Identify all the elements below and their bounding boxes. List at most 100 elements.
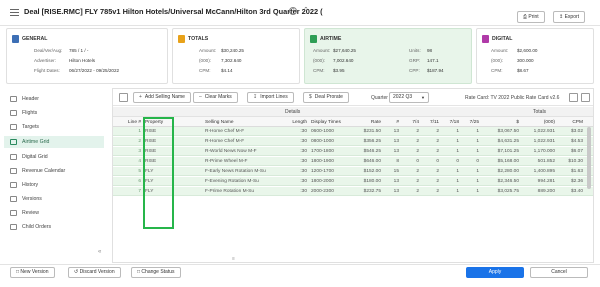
cell-rate[interactable]: $356.25: [353, 139, 381, 144]
cell-rate[interactable]: $646.00: [353, 159, 381, 164]
sidebar-item-digital-grid[interactable]: Digital Grid: [4, 151, 104, 163]
cell-selling-name[interactable]: F-Prime Rotation M-Su: [205, 189, 283, 194]
cell-line[interactable]: 6: [117, 179, 141, 184]
cell-selling-name[interactable]: R-Home Chef M-F: [205, 139, 283, 144]
sidebar-item-history[interactable]: History: [4, 179, 104, 191]
column-header[interactable]: Rate: [353, 120, 381, 125]
cell-w2[interactable]: 2: [425, 169, 439, 174]
cell-length[interactable]: :30: [285, 129, 307, 134]
column-header[interactable]: Display Times: [311, 120, 349, 125]
sidebar-item-targets[interactable]: Targets: [4, 121, 104, 133]
cell-count[interactable]: 13: [385, 189, 399, 194]
cell-w2[interactable]: 2: [425, 149, 439, 154]
cell-amount[interactable]: $3,025.75: [485, 189, 519, 194]
cell-amount[interactable]: $7,101.25: [485, 149, 519, 154]
sidebar-item-flights[interactable]: Flights: [4, 107, 104, 119]
cell-imps[interactable]: 994.281: [523, 179, 555, 184]
cell-times[interactable]: 0600-1000: [311, 129, 349, 134]
column-header[interactable]: #: [385, 120, 399, 125]
cell-w1[interactable]: 2: [405, 179, 419, 184]
sidebar-item-header[interactable]: Header: [4, 93, 104, 105]
column-header[interactable]: Length: [285, 120, 307, 125]
cell-selling-name[interactable]: R-Home Chef M-F: [205, 129, 283, 134]
table-row[interactable]: 5 FLY F-Early News Rotation M-Su:30 1200-17…: [113, 167, 593, 176]
cell-w1[interactable]: 2: [405, 139, 419, 144]
cell-property[interactable]: RISE: [145, 159, 173, 164]
cell-w3[interactable]: 0: [445, 159, 459, 164]
cell-w1[interactable]: 2: [405, 189, 419, 194]
grid-settings-icon[interactable]: [119, 93, 128, 102]
sidebar-item-review[interactable]: Review: [4, 207, 104, 219]
deal-prorate-button[interactable]: $ Deal Prorate: [303, 92, 349, 103]
discard-version-button[interactable]: ↺ Discard Version: [68, 267, 121, 278]
cell-w1[interactable]: 2: [405, 129, 419, 134]
cell-rate[interactable]: $180.00: [353, 179, 381, 184]
sidebar-item-revenue-calendar[interactable]: Revenue Calendar: [4, 165, 104, 177]
cell-imps[interactable]: 1,170.000: [523, 149, 555, 154]
cell-line[interactable]: 3: [117, 149, 141, 154]
help-icon[interactable]: ?: [289, 7, 297, 15]
cell-selling-name[interactable]: F-Early News Rotation M-Su: [205, 169, 283, 174]
vertical-scrollbar[interactable]: [587, 127, 591, 189]
cell-w3[interactable]: 1: [445, 189, 459, 194]
cell-length[interactable]: :30: [285, 139, 307, 144]
cell-w2[interactable]: 2: [425, 129, 439, 134]
cell-cpm[interactable]: $2.36: [559, 179, 583, 184]
cell-line[interactable]: 5: [117, 169, 141, 174]
collapse-sidebar-icon[interactable]: «: [98, 249, 101, 255]
cell-property[interactable]: RISE: [145, 149, 173, 154]
cell-w2[interactable]: 2: [425, 179, 439, 184]
cell-w4[interactable]: 0: [465, 159, 479, 164]
cell-times[interactable]: 1700-1800: [311, 149, 349, 154]
column-header[interactable]: CPM: [559, 120, 583, 125]
cell-imps[interactable]: 889.200: [523, 189, 555, 194]
column-header[interactable]: 7/11: [425, 120, 439, 125]
cell-w4[interactable]: 1: [465, 179, 479, 184]
cell-count[interactable]: 15: [385, 169, 399, 174]
cell-rate[interactable]: $152.00: [353, 169, 381, 174]
cell-cpm[interactable]: $1.63: [559, 169, 583, 174]
table-row[interactable]: 4 RISE R-Prime Wheel M-F:30 1800-1900 $646.0…: [113, 157, 593, 166]
cell-cpm[interactable]: $3.02: [559, 129, 583, 134]
cell-w4[interactable]: 1: [465, 169, 479, 174]
cell-property[interactable]: FLY: [145, 169, 173, 174]
cell-w1[interactable]: 2: [405, 169, 419, 174]
print-button[interactable]: ⎙ Print: [517, 11, 545, 23]
chevron-up-icon[interactable]: ⌃: [303, 6, 309, 14]
new-version-button[interactable]: □ New Version: [10, 267, 55, 278]
cell-times[interactable]: 1800-1900: [311, 159, 349, 164]
cell-amount[interactable]: $2,346.50: [485, 179, 519, 184]
cell-imps[interactable]: 1,022.931: [523, 139, 555, 144]
cell-amount[interactable]: $2,280.00: [485, 169, 519, 174]
cell-property[interactable]: RISE: [145, 139, 173, 144]
cell-w4[interactable]: 1: [465, 189, 479, 194]
cell-count[interactable]: 13: [385, 179, 399, 184]
cell-rate[interactable]: $231.50: [353, 129, 381, 134]
export-button[interactable]: ↥ Export: [553, 11, 586, 23]
column-header[interactable]: 7/4: [405, 120, 419, 125]
cell-w3[interactable]: 1: [445, 139, 459, 144]
cell-cpm[interactable]: $4.53: [559, 139, 583, 144]
cell-w3[interactable]: 1: [445, 129, 459, 134]
column-header[interactable]: 7/18: [445, 120, 459, 125]
sidebar-item-child-orders[interactable]: Child Orders: [4, 221, 104, 233]
column-header[interactable]: 7/25: [465, 120, 479, 125]
table-row[interactable]: 2 RISE R-Home Chef M-F:30 0800-1000 $356.25 1…: [113, 137, 593, 146]
table-row[interactable]: 3 RISE R-World News Now M-F:30 1700-1800 $54…: [113, 147, 593, 156]
cell-times[interactable]: 2000-2300: [311, 189, 349, 194]
book-icon[interactable]: [581, 93, 590, 102]
cell-imps[interactable]: 1,400.895: [523, 169, 555, 174]
cell-length[interactable]: :30: [285, 159, 307, 164]
apply-button[interactable]: Apply: [466, 267, 524, 278]
cell-w3[interactable]: 1: [445, 169, 459, 174]
table-row[interactable]: 7 FLY F-Prime Rotation M-Su:30 2000-2300 $23…: [113, 187, 593, 196]
cell-w2[interactable]: 2: [425, 189, 439, 194]
cell-w1[interactable]: 0: [405, 159, 419, 164]
cell-count[interactable]: 8: [385, 159, 399, 164]
cell-times[interactable]: 0800-1000: [311, 139, 349, 144]
quarter-select[interactable]: 2022 Q3 ▼: [389, 92, 429, 103]
import-lines-button[interactable]: ↧ Import Lines: [247, 92, 294, 103]
cell-amount[interactable]: $4,631.25: [485, 139, 519, 144]
cell-rate[interactable]: $546.25: [353, 149, 381, 154]
column-header[interactable]: $: [485, 120, 519, 125]
